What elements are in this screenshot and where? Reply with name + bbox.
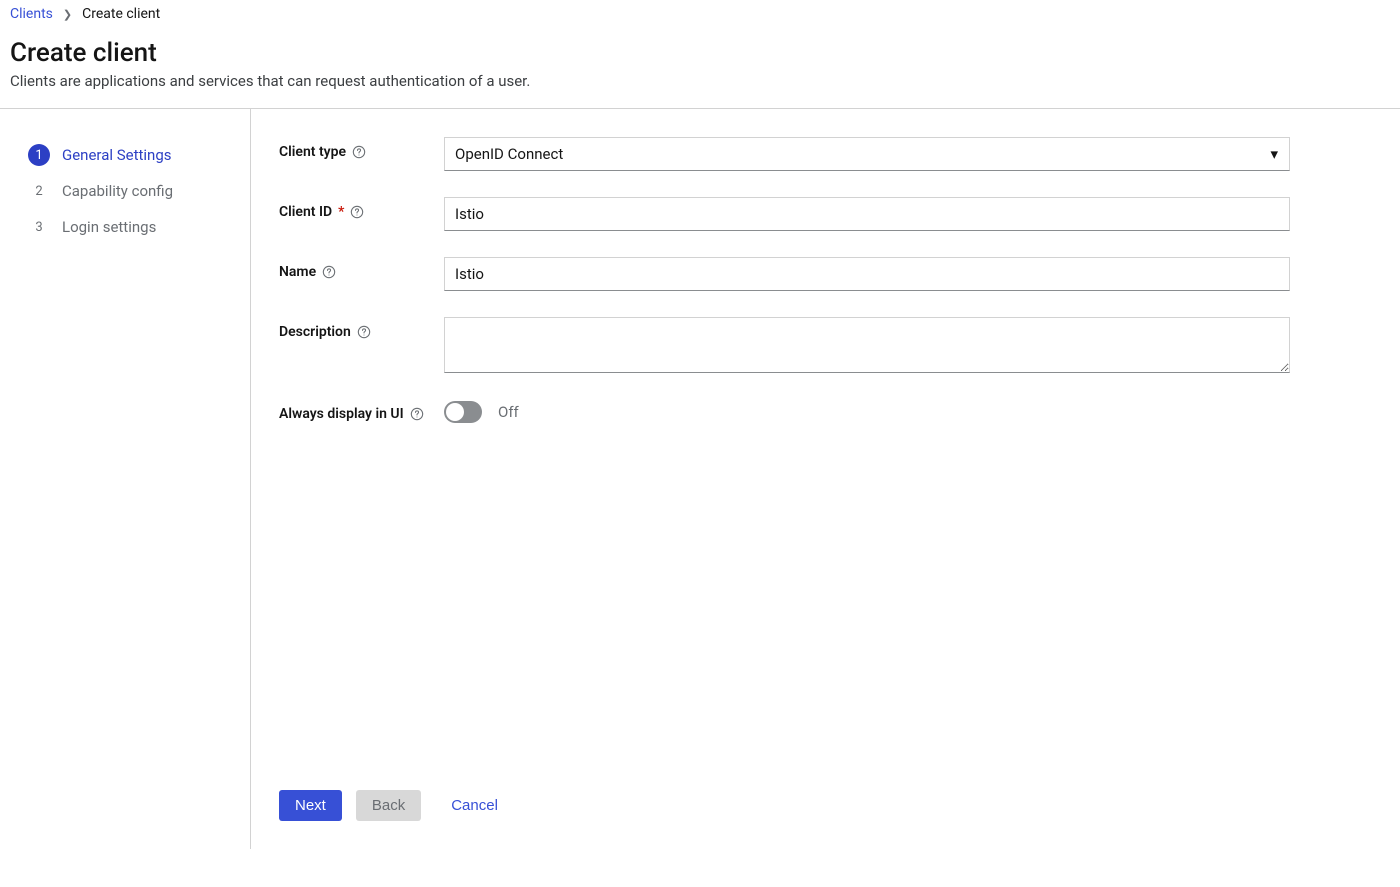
label-text: Always display in UI — [279, 406, 404, 422]
wizard-step-num: 3 — [28, 216, 50, 238]
label-text: Client type — [279, 144, 346, 160]
page-title: Create client — [10, 38, 1390, 68]
switch-row: Off — [444, 399, 1290, 423]
label-text: Description — [279, 324, 351, 340]
field-description: Description — [279, 317, 1290, 373]
page-subtitle: Clients are applications and services th… — [10, 72, 1390, 90]
label-description: Description — [279, 317, 444, 340]
field-name: Name — [279, 257, 1290, 291]
label-name: Name — [279, 257, 444, 280]
help-icon[interactable] — [322, 265, 336, 279]
wizard-nav: 1 General Settings 2 Capability config 3… — [0, 109, 251, 849]
field-client-id: Client ID * — [279, 197, 1290, 231]
wizard: 1 General Settings 2 Capability config 3… — [0, 109, 1400, 849]
wizard-step-num: 1 — [28, 144, 50, 166]
help-icon[interactable] — [410, 407, 424, 421]
select-client-type-wrap: OpenID Connect ▾ — [444, 137, 1290, 171]
switch-always-display[interactable] — [444, 401, 482, 423]
label-always-display: Always display in UI — [279, 399, 444, 422]
input-client-id[interactable] — [444, 197, 1290, 231]
label-client-type: Client type — [279, 137, 444, 160]
wizard-footer: Next Back Cancel — [279, 770, 1290, 821]
help-icon[interactable] — [350, 205, 364, 219]
form-area: Client type OpenID Connect ▾ Client ID * — [279, 137, 1290, 770]
wizard-step-label: Capability config — [62, 182, 173, 200]
required-indicator: * — [338, 204, 344, 220]
help-icon[interactable] — [357, 325, 371, 339]
textarea-description[interactable] — [444, 317, 1290, 373]
wizard-step-login-settings[interactable]: 3 Login settings — [28, 209, 250, 245]
select-client-type[interactable]: OpenID Connect — [444, 137, 1290, 171]
back-button[interactable]: Back — [356, 790, 421, 821]
field-always-display: Always display in UI Off — [279, 399, 1290, 423]
wizard-step-label: General Settings — [62, 146, 172, 164]
wizard-step-label: Login settings — [62, 218, 156, 236]
help-icon[interactable] — [352, 145, 366, 159]
wizard-step-capability-config[interactable]: 2 Capability config — [28, 173, 250, 209]
cancel-button[interactable]: Cancel — [435, 790, 514, 821]
breadcrumb: Clients ❯ Create client — [0, 0, 1400, 24]
input-name[interactable] — [444, 257, 1290, 291]
label-text: Name — [279, 264, 316, 280]
switch-state-label: Off — [498, 403, 519, 421]
wizard-step-num: 2 — [28, 180, 50, 202]
wizard-main: Client type OpenID Connect ▾ Client ID * — [251, 109, 1400, 849]
label-client-id: Client ID * — [279, 197, 444, 220]
page-header: Create client Clients are applications a… — [0, 24, 1400, 108]
field-client-type: Client type OpenID Connect ▾ — [279, 137, 1290, 171]
label-text: Client ID — [279, 204, 332, 220]
breadcrumb-link-clients[interactable]: Clients — [10, 6, 53, 22]
next-button[interactable]: Next — [279, 790, 342, 821]
chevron-right-icon: ❯ — [63, 9, 72, 20]
breadcrumb-current: Create client — [82, 6, 160, 22]
wizard-step-general-settings[interactable]: 1 General Settings — [28, 137, 250, 173]
